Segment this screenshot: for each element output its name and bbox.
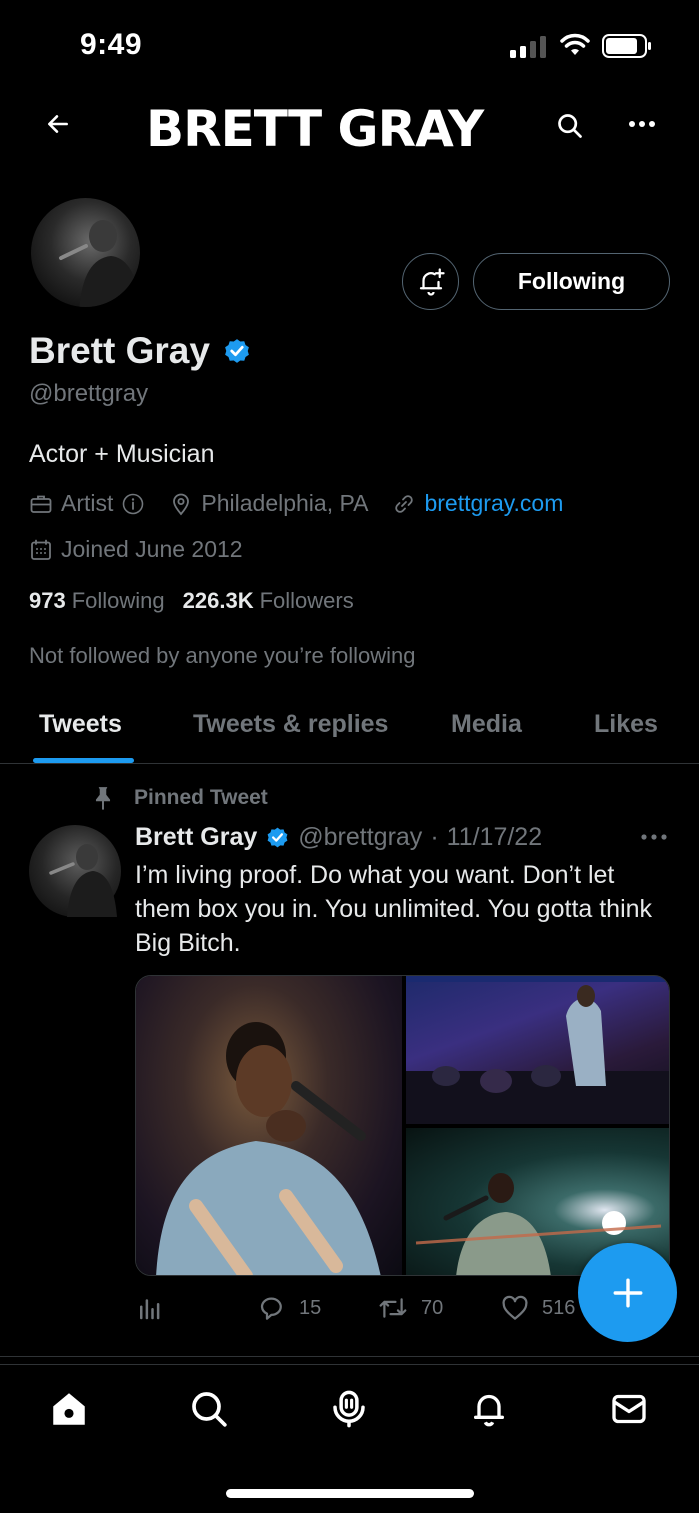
profile-website[interactable]: brettgray.com	[392, 490, 563, 517]
cellular-signal-icon	[510, 36, 546, 58]
tweet-analytics-button[interactable]	[135, 1293, 165, 1323]
tweet-author-handle[interactable]: @brettgray	[298, 823, 422, 852]
analytics-icon	[140, 1299, 160, 1320]
tweet-like-count: 516	[542, 1296, 576, 1319]
verified-badge-icon	[267, 827, 288, 848]
nav-notifications[interactable]	[467, 1387, 511, 1431]
tweet-author-avatar[interactable]	[29, 825, 121, 917]
profile-avatar[interactable]	[28, 195, 143, 310]
following-button[interactable]: Following	[473, 253, 670, 310]
tweet-author-name[interactable]: Brett Gray	[135, 823, 257, 852]
plus-icon	[613, 1278, 642, 1307]
link-icon	[395, 494, 414, 513]
retweet-icon	[379, 1298, 407, 1318]
followers-count-link[interactable]: 226.3K Followers	[183, 588, 354, 614]
tweet-reply-count: 15	[299, 1296, 322, 1319]
battery-icon	[602, 34, 651, 58]
search-button[interactable]	[550, 106, 590, 146]
wifi-icon	[560, 33, 590, 55]
heart-icon	[502, 1295, 528, 1320]
status-time: 9:49	[80, 28, 143, 61]
followers-you-know-note: Not followed by anyone you’re following	[29, 643, 416, 668]
tweet-date[interactable]: 11/17/22	[447, 823, 542, 852]
compose-tweet-button[interactable]	[578, 1243, 677, 1342]
following-label: Following	[71, 588, 165, 613]
profile-display-name: Brett Gray	[29, 330, 210, 371]
avatar-silhouette	[49, 844, 117, 917]
followers-label: Followers	[259, 588, 354, 613]
profile-website-link[interactable]: brettgray.com	[424, 490, 563, 517]
tweet-date-separator: ·	[430, 823, 439, 851]
tab-likes[interactable]: Likes	[594, 710, 658, 739]
profile-location-label: Philadelphia, PA	[201, 490, 369, 516]
arrow-left-icon	[48, 115, 68, 133]
profile-category[interactable]: Artist	[29, 490, 145, 517]
pin-icon	[95, 787, 111, 810]
more-horizontal-icon	[629, 121, 655, 127]
profile-joined-label: Joined June 2012	[61, 536, 243, 562]
info-icon	[123, 493, 144, 514]
tweet-photo-2[interactable]	[406, 976, 669, 1124]
bell-icon	[474, 1394, 504, 1427]
profile-handle: @brettgray	[29, 380, 149, 407]
profile-joined: Joined June 2012	[29, 536, 243, 563]
profile-counts: 973 Following 226.3K Followers	[29, 588, 354, 614]
tab-tweets-and-replies[interactable]: Tweets & replies	[193, 710, 388, 739]
avatar-silhouette	[59, 220, 140, 307]
profile-tabs: Tweets Tweets & replies Media Likes	[0, 690, 699, 764]
reply-icon	[260, 1297, 282, 1320]
nav-spaces[interactable]	[327, 1387, 371, 1431]
back-button[interactable]	[38, 104, 78, 144]
mail-icon	[612, 1394, 646, 1424]
tweet-text: I’m living proof. Do what you want. Don’…	[135, 861, 653, 957]
profile-display-name-row: Brett Gray	[29, 330, 252, 372]
pinned-tweet-indicator: Pinned Tweet	[90, 785, 268, 811]
tweet-divider	[0, 1356, 699, 1357]
notifications-toggle-button[interactable]	[402, 253, 459, 310]
profile-banner-title: BRETT GRAY	[146, 100, 484, 158]
nav-messages[interactable]	[607, 1387, 651, 1431]
following-count-link[interactable]: 973 Following	[29, 588, 165, 614]
home-indicator	[226, 1489, 474, 1498]
briefcase-icon	[30, 495, 52, 513]
tweet-like-button[interactable]: 516	[500, 1293, 575, 1323]
spaces-icon	[333, 1390, 365, 1428]
tweet-retweet-button[interactable]: 70	[377, 1293, 443, 1323]
more-options-button[interactable]	[620, 104, 664, 144]
nav-search[interactable]	[187, 1387, 231, 1431]
tweet-photo-1[interactable]	[136, 976, 402, 1275]
search-icon	[558, 114, 582, 138]
profile-meta-row: Artist Philadelphia, PA brettgray.com	[29, 490, 587, 517]
search-icon	[192, 1392, 227, 1427]
nav-home[interactable]	[47, 1387, 91, 1431]
tab-tweets[interactable]: Tweets	[39, 710, 122, 739]
tweet-retweet-count: 70	[421, 1296, 444, 1319]
verified-badge-icon	[225, 339, 249, 363]
profile-location: Philadelphia, PA	[169, 490, 368, 517]
tweet-more-button[interactable]	[636, 822, 672, 852]
home-icon	[53, 1393, 85, 1425]
following-count: 973	[29, 588, 66, 613]
notification-bell-plus-icon	[419, 267, 445, 296]
tweet-actions: 15 70 516	[135, 1290, 605, 1326]
profile-category-label: Artist	[61, 490, 114, 516]
profile-bio: Actor + Musician	[29, 440, 215, 468]
tweet-header: Brett Gray @brettgray · 11/17/22	[135, 823, 542, 852]
active-tab-indicator	[33, 758, 134, 763]
more-horizontal-icon	[641, 834, 667, 840]
tweet-media-grid	[135, 975, 670, 1276]
followers-count: 226.3K	[182, 588, 254, 613]
calendar-icon	[31, 539, 51, 560]
performer-photo	[156, 1022, 381, 1275]
concert-crowd-photo	[406, 976, 669, 1124]
location-pin-icon	[173, 493, 190, 515]
pinned-tweet-label: Pinned Tweet	[134, 786, 268, 809]
tweet-reply-button[interactable]: 15	[257, 1293, 321, 1323]
tab-media[interactable]: Media	[451, 710, 522, 739]
